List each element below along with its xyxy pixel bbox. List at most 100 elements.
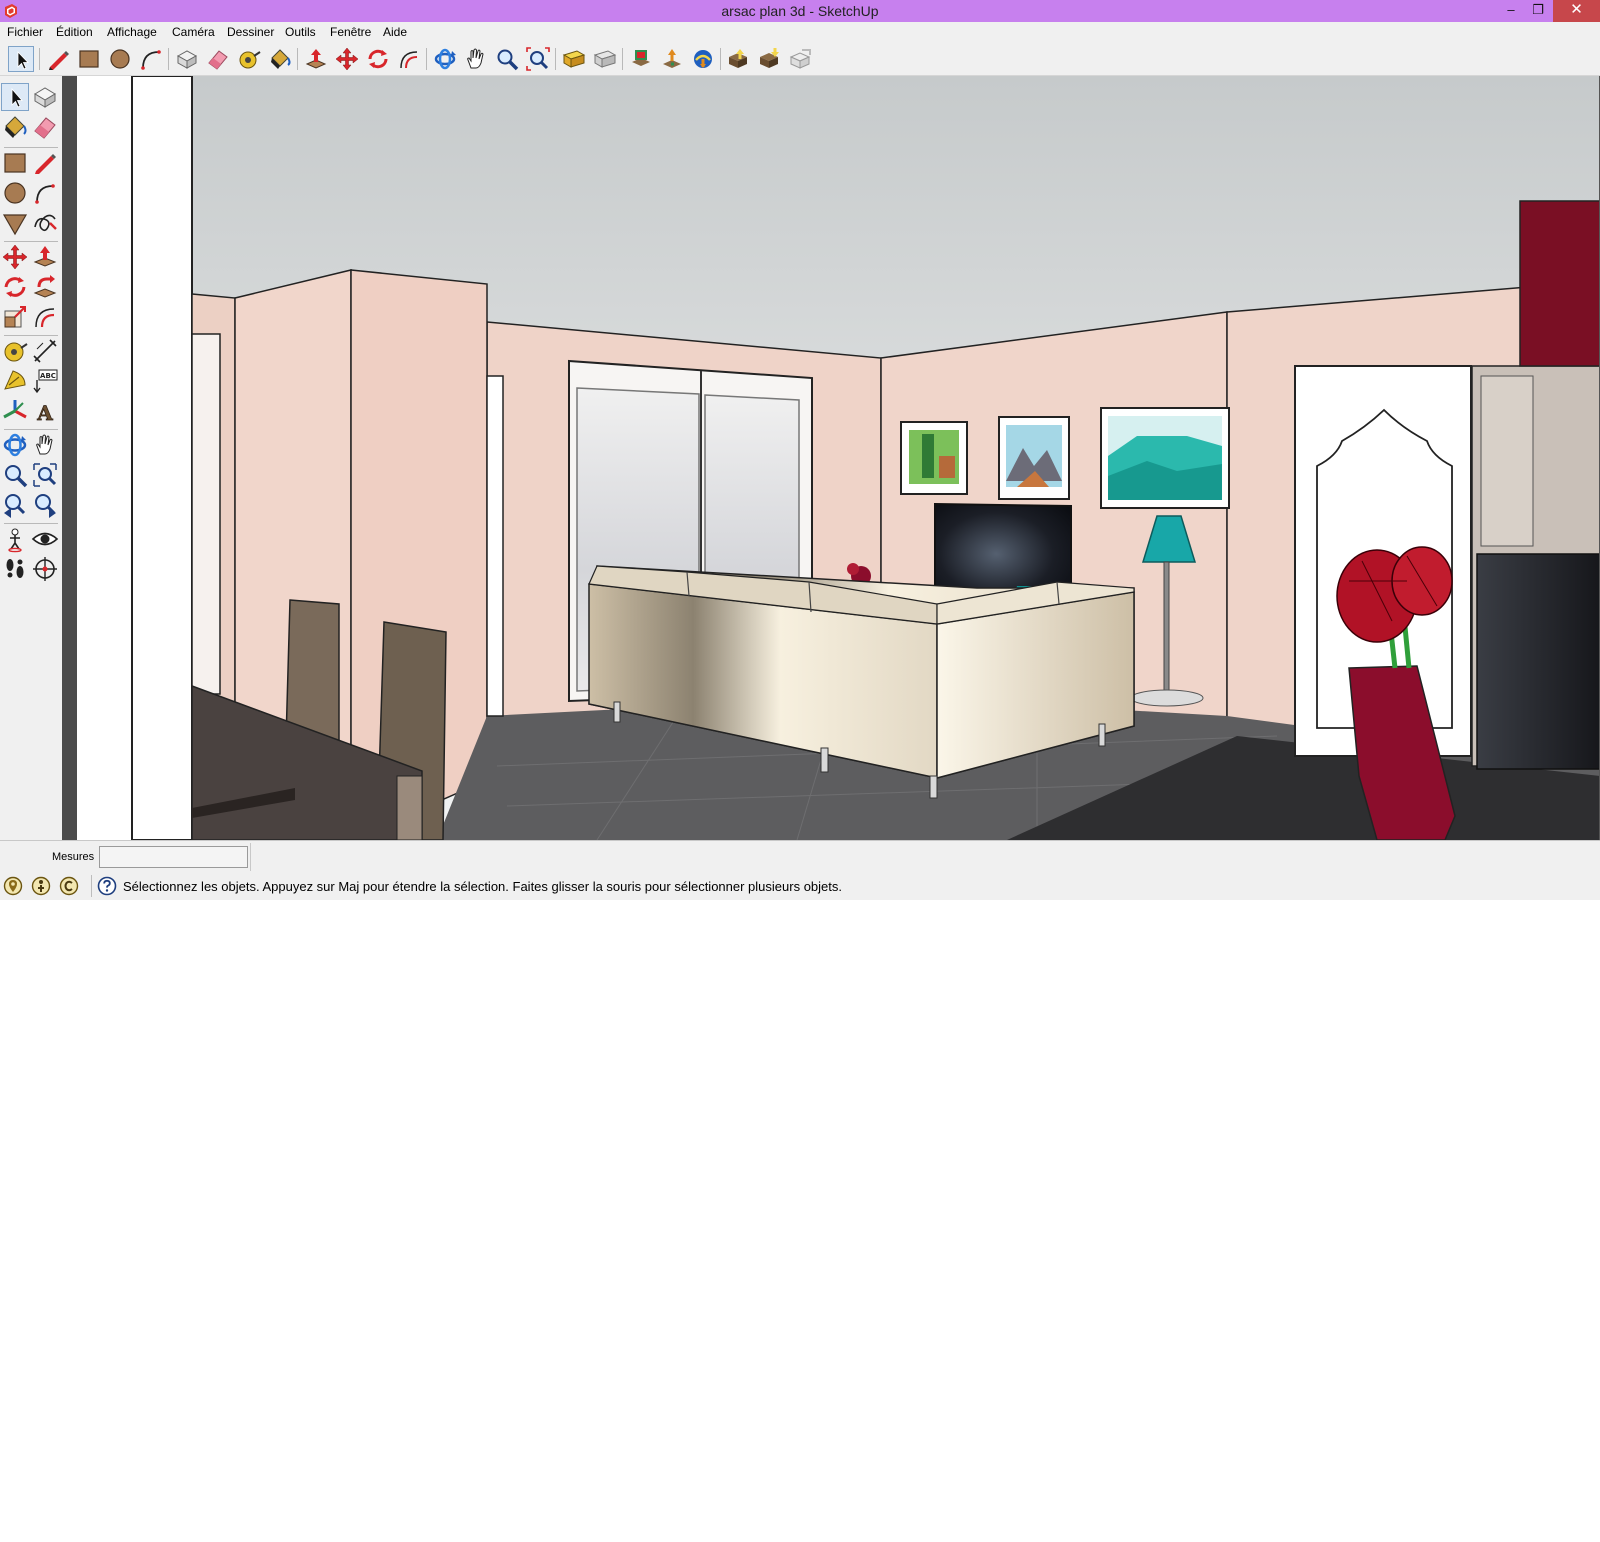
tool-eraser-button[interactable] [205,46,231,72]
zoom-window-icon [33,463,57,487]
geo-location-icon[interactable] [3,876,23,896]
freehand-icon [34,214,57,232]
arc-icon [35,184,55,204]
ltool-freehand-button[interactable] [31,209,59,237]
ltool-rotate-button[interactable] [1,273,29,301]
tool-get-component-button[interactable] [757,46,783,72]
ltool-eraser-button[interactable] [31,113,59,141]
ltool-previous-view-button[interactable] [1,491,29,519]
measurements-bar: Mesures [0,840,1600,872]
paint-bucket-icon [271,49,291,69]
ltool-text-button[interactable]: ABC [31,367,59,395]
minimize-button[interactable]: – [1497,0,1525,22]
copyright-icon[interactable] [59,876,79,896]
tool-move-button[interactable] [334,46,360,72]
arrow-cursor-icon [17,51,29,70]
ltool-circle-button[interactable] [1,179,29,207]
rotate-icon [4,277,26,297]
tool-paint-bucket-button[interactable] [267,46,293,72]
menu-aide[interactable]: Aide [383,25,407,39]
hand-icon [36,434,53,455]
footprints-icon [6,559,24,578]
menu-edition[interactable]: Édition [56,25,93,39]
ltool-3d-text-button[interactable]: A [31,397,59,425]
menu-fichier[interactable]: Fichier [7,25,43,39]
scale-icon [4,306,26,328]
3d-text-icon: A [36,401,54,425]
ltool-look-around-button[interactable] [31,525,59,553]
menu-fenetre[interactable]: Fenêtre [330,25,371,39]
ltool-zoom-window-button[interactable] [31,461,59,489]
tool-rectangle-button[interactable] [76,46,102,72]
ltool-push-pull-button[interactable] [31,243,59,271]
help-icon[interactable] [97,876,117,896]
ltool-offset-button[interactable] [31,303,59,331]
orbit-icon [434,48,456,70]
ltool-follow-me-button[interactable] [31,273,59,301]
move-icon [2,244,28,270]
tool-zoom-button[interactable] [494,46,520,72]
close-button[interactable]: ✕ [1553,0,1600,22]
tool-pan-button[interactable] [463,46,489,72]
tool-circle-button[interactable] [107,46,133,72]
menu-dessiner[interactable]: Dessiner [227,25,274,39]
menu-affichage[interactable]: Affichage [107,25,157,39]
ltool-line-button[interactable] [31,149,59,177]
credits-icon[interactable] [31,876,51,896]
dimensions-icon [33,339,57,363]
globe-icon [694,50,712,68]
ltool-make-component-button[interactable] [31,83,59,111]
tool-toggle-terrain-button[interactable] [592,46,618,72]
ltool-move-button[interactable] [1,243,29,271]
offset-icon [400,51,418,69]
ltool-position-camera-button[interactable] [1,525,29,553]
ltool-walk-button[interactable] [1,555,29,583]
tool-push-pull-button[interactable] [303,46,329,72]
tool-extension-warehouse-button[interactable] [788,46,814,72]
model-viewport[interactable] [77,76,1600,840]
tool-make-component-button[interactable] [174,46,200,72]
ltool-rectangle-button[interactable] [1,149,29,177]
ltool-paint-bucket-button[interactable] [1,113,29,141]
component-icon [34,87,56,108]
tool-get-models-button[interactable] [690,46,716,72]
ltool-next-view-button[interactable] [31,491,59,519]
menu-outils[interactable]: Outils [285,25,316,39]
ltool-scale-button[interactable] [1,303,29,331]
ltool-section-plane-button[interactable] [31,555,59,583]
ltool-axes-button[interactable] [1,397,29,425]
restore-button[interactable]: ❐ [1524,0,1552,22]
measurements-input[interactable] [99,846,248,868]
tool-add-location-button[interactable] [561,46,587,72]
eraser-icon [208,50,228,70]
menu-camera[interactable]: Caméra [172,25,215,39]
ltool-orbit-button[interactable] [1,431,29,459]
ltool-dimensions-button[interactable] [31,337,59,365]
magnifier-icon [5,465,28,488]
component-icon [176,50,198,69]
tool-share-component-button[interactable] [726,46,752,72]
tape-measure-icon [239,51,261,69]
tool-share-model-button[interactable] [659,46,685,72]
move-icon [335,47,359,71]
offset-icon [35,308,55,328]
ltool-polygon-button[interactable] [1,209,29,237]
ltool-zoom-button[interactable] [1,461,29,489]
ltool-pan-button[interactable] [31,431,59,459]
tool-orbit-button[interactable] [432,46,458,72]
tool-3d-warehouse-button[interactable] [628,46,654,72]
ltool-tape-measure-button[interactable] [1,337,29,365]
tool-select-button[interactable] [8,46,34,72]
ltool-protractor-button[interactable] [1,367,29,395]
left-gutter [62,76,77,840]
ltool-arc-button[interactable] [31,179,59,207]
tool-tape-measure-button[interactable] [236,46,262,72]
tool-line-button[interactable] [45,46,71,72]
tool-arc-button[interactable] [138,46,164,72]
tool-rotate-button[interactable] [365,46,391,72]
ltool-select-button[interactable] [1,83,29,111]
tool-offset-button[interactable] [396,46,422,72]
share-model-icon [663,49,681,68]
tool-zoom-extents-button[interactable] [525,46,551,72]
scene-render[interactable] [77,76,1600,840]
